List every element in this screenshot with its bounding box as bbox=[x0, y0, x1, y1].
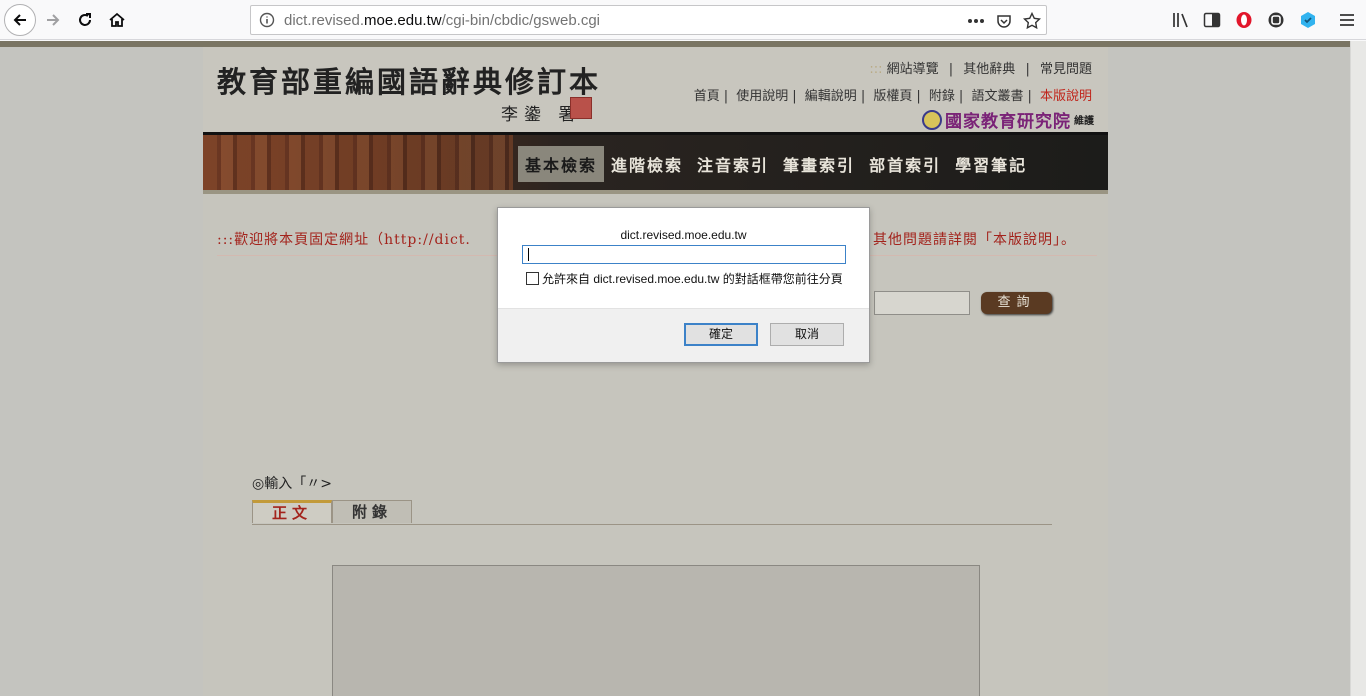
library-button[interactable] bbox=[1170, 8, 1192, 32]
menu-advanced-search[interactable]: 進階檢索 bbox=[604, 146, 690, 182]
link-usage[interactable]: 使用說明 bbox=[736, 89, 788, 104]
home-icon bbox=[109, 12, 125, 27]
link-appendix[interactable]: 附錄 bbox=[929, 89, 955, 104]
pocket-button[interactable] bbox=[994, 11, 1014, 31]
tab-appendix[interactable]: 附錄 bbox=[332, 500, 412, 523]
home-button[interactable] bbox=[102, 5, 132, 35]
menu-stroke-index[interactable]: 筆畫索引 bbox=[776, 146, 862, 182]
reload-icon bbox=[79, 13, 91, 26]
extension-button[interactable] bbox=[1265, 8, 1287, 32]
dialog-footer: 確定 取消 bbox=[498, 308, 869, 362]
forward-icon bbox=[47, 14, 60, 26]
allow-tab-switch-label[interactable]: 允許來自 dict.revised.moe.edu.tw 的對話框帶您前往分頁 bbox=[542, 270, 843, 287]
menu-button[interactable] bbox=[1336, 8, 1358, 32]
welcome-message-end[interactable]: 其他問題請詳閱「本版說明」。 bbox=[873, 229, 1076, 249]
main-menu: 基本檢索 進階檢索 注音索引 筆畫索引 部首索引 學習筆記 bbox=[518, 146, 1034, 182]
page-actions-button[interactable] bbox=[966, 11, 986, 31]
welcome-message: :::歡迎將本頁固定網址（http://dict. bbox=[217, 232, 471, 248]
back-icon bbox=[13, 14, 26, 26]
naer-emblem-icon bbox=[922, 109, 942, 130]
link-sitemap[interactable]: 網站導覽 bbox=[887, 62, 939, 77]
top-links: ::: 網站導覽 | 其他辭典 | 常見問題 bbox=[869, 62, 1092, 77]
publisher-tail: 維護 bbox=[1074, 116, 1094, 127]
link-copyright[interactable]: 版權頁 bbox=[873, 89, 912, 104]
url-bar[interactable]: dict.revised.moe.edu.tw/cgi-bin/cbdic/gs… bbox=[250, 5, 1047, 35]
menu-icon bbox=[1340, 14, 1354, 26]
page-viewport: 教育部重編國語辭典修訂本 李鍌 署 ::: 網站導覽 | 其他辭典 | 常見問題… bbox=[0, 41, 1350, 696]
cancel-button[interactable]: 取消 bbox=[770, 323, 844, 346]
search-button[interactable]: 查詢 bbox=[981, 292, 1052, 314]
prompt-dialog: dict.revised.moe.edu.tw 允許來自 dict.revise… bbox=[497, 207, 870, 363]
bookmark-star-icon bbox=[1023, 12, 1041, 30]
pocket-icon bbox=[997, 15, 1011, 28]
ok-button[interactable]: 確定 bbox=[684, 323, 758, 346]
more-icon bbox=[968, 19, 984, 23]
allow-tab-switch-checkbox-row[interactable]: 允許來自 dict.revised.moe.edu.tw 的對話框帶您前往分頁 bbox=[526, 270, 843, 287]
extension2-icon bbox=[1301, 12, 1315, 28]
link-edition-notes[interactable]: 本版說明 bbox=[1040, 89, 1092, 104]
page-scrollbar[interactable] bbox=[1350, 41, 1366, 696]
books-decoration bbox=[203, 135, 513, 190]
text-caret bbox=[528, 248, 529, 261]
reload-button[interactable] bbox=[70, 5, 100, 35]
link-editing[interactable]: 編輯說明 bbox=[805, 89, 857, 104]
link-language-books[interactable]: 語文叢書 bbox=[971, 89, 1023, 104]
publisher-logo[interactable]: 國家教育研究院 維護 bbox=[922, 107, 1094, 132]
extension2-button[interactable] bbox=[1297, 8, 1319, 32]
menu-radical-index[interactable]: 部首索引 bbox=[862, 146, 948, 182]
tab-main-text[interactable]: 正文 bbox=[252, 500, 332, 523]
dialog-body: dict.revised.moe.edu.tw 允許來自 dict.revise… bbox=[498, 208, 869, 308]
site-container: 教育部重編國語辭典修訂本 李鍌 署 ::: 網站導覽 | 其他辭典 | 常見問題… bbox=[203, 47, 1108, 696]
extension-icon bbox=[1268, 12, 1284, 28]
allow-tab-switch-checkbox[interactable] bbox=[526, 272, 539, 285]
url-text[interactable]: dict.revised.moe.edu.tw/cgi-bin/cbdic/gs… bbox=[284, 12, 600, 29]
input-label: ◎輸入「〃> bbox=[252, 476, 332, 492]
menu-zhuyin-index[interactable]: 注音索引 bbox=[690, 146, 776, 182]
search-input[interactable] bbox=[874, 291, 970, 315]
library-icon bbox=[1173, 13, 1188, 28]
dialog-text-input[interactable] bbox=[522, 245, 846, 264]
site-title: 教育部重編國語辭典修訂本 bbox=[217, 65, 602, 99]
opera-icon bbox=[1236, 12, 1252, 28]
sub-links: 首頁 | 使用說明 | 編輯說明 | 版權頁 | 附錄 | 語文叢書 | 本版說明 bbox=[693, 89, 1092, 104]
publisher-name: 國家教育研究院 bbox=[945, 112, 1071, 132]
sidebar-icon bbox=[1203, 12, 1221, 28]
main-menu-bar: 基本檢索 進階檢索 注音索引 筆畫索引 部首索引 學習筆記 bbox=[203, 132, 1108, 194]
info-icon[interactable] bbox=[259, 12, 275, 28]
site-header: 教育部重編國語辭典修訂本 李鍌 署 ::: 網站導覽 | 其他辭典 | 常見問題… bbox=[203, 47, 1108, 132]
link-home[interactable]: 首頁 bbox=[694, 89, 720, 104]
menu-study-notes[interactable]: 學習筆記 bbox=[948, 146, 1034, 182]
result-content-box bbox=[332, 565, 980, 696]
back-button[interactable] bbox=[4, 4, 36, 36]
tab-divider bbox=[252, 524, 1052, 525]
menu-basic-search[interactable]: 基本檢索 bbox=[518, 146, 605, 182]
forward-button[interactable] bbox=[38, 5, 68, 35]
seal-icon bbox=[570, 97, 592, 119]
result-tabs: 正文 附錄 bbox=[252, 500, 412, 523]
browser-toolbar: dict.revised.moe.edu.tw/cgi-bin/cbdic/gs… bbox=[0, 0, 1366, 40]
dialog-title: dict.revised.moe.edu.tw bbox=[620, 228, 747, 242]
bookmark-button[interactable] bbox=[1022, 11, 1042, 31]
link-faq[interactable]: 常見問題 bbox=[1040, 62, 1092, 77]
opera-extension-button[interactable] bbox=[1233, 8, 1255, 32]
top-links-dots: ::: bbox=[869, 62, 883, 77]
link-other-dictionaries[interactable]: 其他辭典 bbox=[963, 62, 1015, 77]
sidebar-button[interactable] bbox=[1201, 8, 1223, 32]
